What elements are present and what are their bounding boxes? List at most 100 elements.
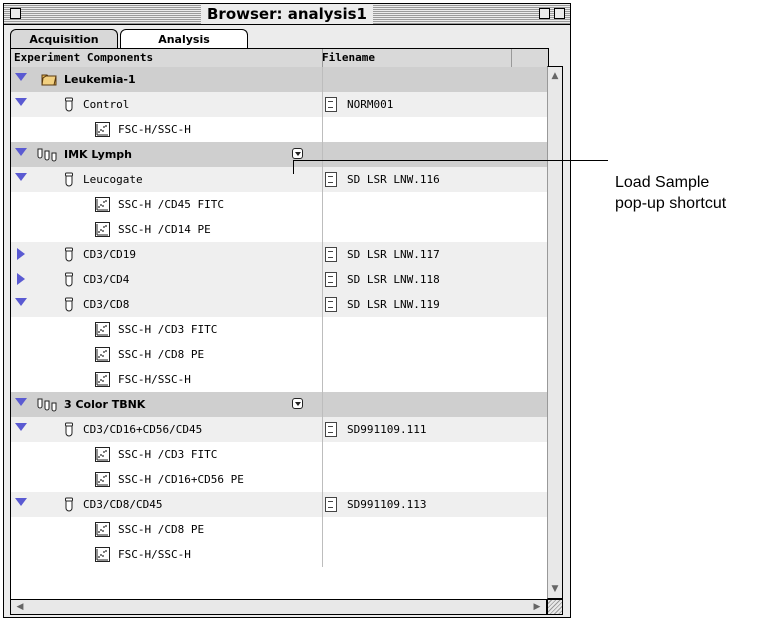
folder-icon <box>41 74 57 86</box>
scroll-left-arrow-icon[interactable]: ◀ <box>13 600 27 614</box>
component-cell: Control <box>11 92 323 117</box>
row-label: CD3/CD19 <box>83 248 136 261</box>
data-file-icon <box>325 272 337 287</box>
plot-icon <box>95 547 110 562</box>
tube-row[interactable]: CD3/CD8/CD45 SD991109.113 <box>11 492 548 517</box>
filename-label: SD991109.111 <box>347 423 427 436</box>
row-label: CD3/CD16+CD56/CD45 <box>83 423 203 436</box>
plot-row[interactable]: FSC-H/SSC-H <box>11 542 548 567</box>
row-label: CD3/CD8 <box>83 298 130 311</box>
plot-row[interactable]: SSC-H /CD3 FITC <box>11 317 548 342</box>
plot-icon <box>95 372 110 387</box>
row-label: CD3/CD8/CD45 <box>83 498 163 511</box>
close-box[interactable] <box>10 8 21 19</box>
component-cell: SSC-H /CD3 FITC <box>11 317 323 342</box>
filename-label: SD LSR LNW.116 <box>347 173 440 186</box>
plot-icon <box>95 447 110 462</box>
plot-row[interactable]: SSC-H /CD8 PE <box>11 342 548 367</box>
disclosure-triangle-down-icon[interactable] <box>15 398 27 406</box>
tube-icon <box>65 247 73 262</box>
callout-line-2: pop-up shortcut <box>615 195 727 212</box>
tab-analysis[interactable]: Analysis <box>120 29 248 49</box>
tube-row[interactable]: CD3/CD16+CD56/CD45 SD991109.111 <box>11 417 548 442</box>
data-file-icon <box>325 247 337 262</box>
group-row[interactable]: Leukemia-1 <box>11 67 548 92</box>
tube-row[interactable]: CD3/CD19 SD LSR LNW.117 <box>11 242 548 267</box>
row-label: Control <box>83 98 130 111</box>
browser-window: Browser: analysis1 Acquisition Analysis … <box>3 3 571 618</box>
data-file-icon <box>325 97 337 112</box>
filename-label: SD LSR LNW.118 <box>347 273 440 286</box>
disclosure-triangle-right-icon[interactable] <box>17 248 25 260</box>
zoom-box[interactable] <box>539 8 550 19</box>
tube-row[interactable]: CD3/CD8 SD LSR LNW.119 <box>11 292 548 317</box>
vertical-scrollbar[interactable]: ▲ ▼ <box>547 66 563 599</box>
resize-grip-icon[interactable] <box>547 599 563 615</box>
load-sample-popup-button[interactable] <box>292 148 303 159</box>
column-header-components[interactable]: Experiment Components <box>14 49 153 67</box>
horizontal-scrollbar[interactable]: ◀ ▶ <box>10 599 547 615</box>
tab-acquisition[interactable]: Acquisition <box>10 29 118 49</box>
component-cell: Leukemia-1 <box>11 67 323 92</box>
plot-icon <box>95 472 110 487</box>
disclosure-triangle-right-icon[interactable] <box>17 273 25 285</box>
disclosure-triangle-down-icon[interactable] <box>15 298 27 306</box>
component-cell: CD3/CD8/CD45 <box>11 492 323 517</box>
plot-row[interactable]: SSC-H /CD16+CD56 PE <box>11 467 548 492</box>
row-label: SSC-H /CD45 FITC <box>118 198 224 211</box>
tube-row[interactable]: Leucogate SD LSR LNW.116 <box>11 167 548 192</box>
plot-row[interactable]: SSC-H /CD8 PE <box>11 517 548 542</box>
disclosure-triangle-down-icon[interactable] <box>15 498 27 506</box>
filename-label: NORM001 <box>347 98 394 111</box>
row-label: Leucogate <box>83 173 143 186</box>
row-label: 3 Color TBNK <box>64 398 146 411</box>
tube-row[interactable]: CD3/CD4 SD LSR LNW.118 <box>11 267 548 292</box>
component-cell: Leucogate <box>11 167 323 192</box>
column-separator[interactable] <box>511 49 512 67</box>
tubes-icon <box>37 148 57 162</box>
browser-list: Experiment Components Filename Leukemia-… <box>10 48 549 600</box>
component-cell: SSC-H /CD45 FITC <box>11 192 323 217</box>
row-label: SSC-H /CD14 PE <box>118 223 211 236</box>
component-cell: SSC-H /CD16+CD56 PE <box>11 467 323 492</box>
plot-icon <box>95 122 110 137</box>
filename-label: SD LSR LNW.117 <box>347 248 440 261</box>
disclosure-triangle-down-icon[interactable] <box>15 73 27 81</box>
tubes-icon <box>37 398 57 412</box>
tube-icon <box>65 97 73 112</box>
tube-icon <box>65 422 73 437</box>
tube-row[interactable]: Control NORM001 <box>11 92 548 117</box>
disclosure-triangle-down-icon[interactable] <box>15 423 27 431</box>
scroll-up-arrow-icon[interactable]: ▲ <box>548 69 562 83</box>
group-row[interactable]: IMK Lymph <box>11 142 548 167</box>
scroll-down-arrow-icon[interactable]: ▼ <box>548 582 562 596</box>
plot-row[interactable]: SSC-H /CD3 FITC <box>11 442 548 467</box>
callout-label: Load Sample pop-up shortcut <box>615 172 763 214</box>
plot-row[interactable]: FSC-H/SSC-H <box>11 367 548 392</box>
plot-row[interactable]: SSC-H /CD14 PE <box>11 217 548 242</box>
row-label: Leukemia-1 <box>64 73 136 86</box>
column-header-filename[interactable]: Filename <box>322 49 375 67</box>
group-row[interactable]: 3 Color TBNK <box>11 392 548 417</box>
component-cell: CD3/CD19 <box>11 242 323 267</box>
collapse-box[interactable] <box>554 8 565 19</box>
component-cell: FSC-H/SSC-H <box>11 367 323 392</box>
component-cell: CD3/CD4 <box>11 267 323 292</box>
row-label: SSC-H /CD3 FITC <box>118 323 218 336</box>
disclosure-triangle-down-icon[interactable] <box>15 98 27 106</box>
row-label: SSC-H /CD3 FITC <box>118 448 218 461</box>
plot-row[interactable]: SSC-H /CD45 FITC <box>11 192 548 217</box>
row-label: IMK Lymph <box>64 148 132 161</box>
disclosure-triangle-down-icon[interactable] <box>15 148 27 156</box>
disclosure-triangle-down-icon[interactable] <box>15 173 27 181</box>
component-cell: FSC-H/SSC-H <box>11 542 323 567</box>
row-label: FSC-H/SSC-H <box>118 548 191 561</box>
title-bar[interactable]: Browser: analysis1 <box>4 4 570 25</box>
scroll-right-arrow-icon[interactable]: ▶ <box>530 600 544 614</box>
component-cell: SSC-H /CD8 PE <box>11 517 323 542</box>
plot-row[interactable]: FSC-H/SSC-H <box>11 117 548 142</box>
data-file-icon <box>325 497 337 512</box>
plot-icon <box>95 197 110 212</box>
filename-label: SD LSR LNW.119 <box>347 298 440 311</box>
load-sample-popup-button[interactable] <box>292 398 303 409</box>
